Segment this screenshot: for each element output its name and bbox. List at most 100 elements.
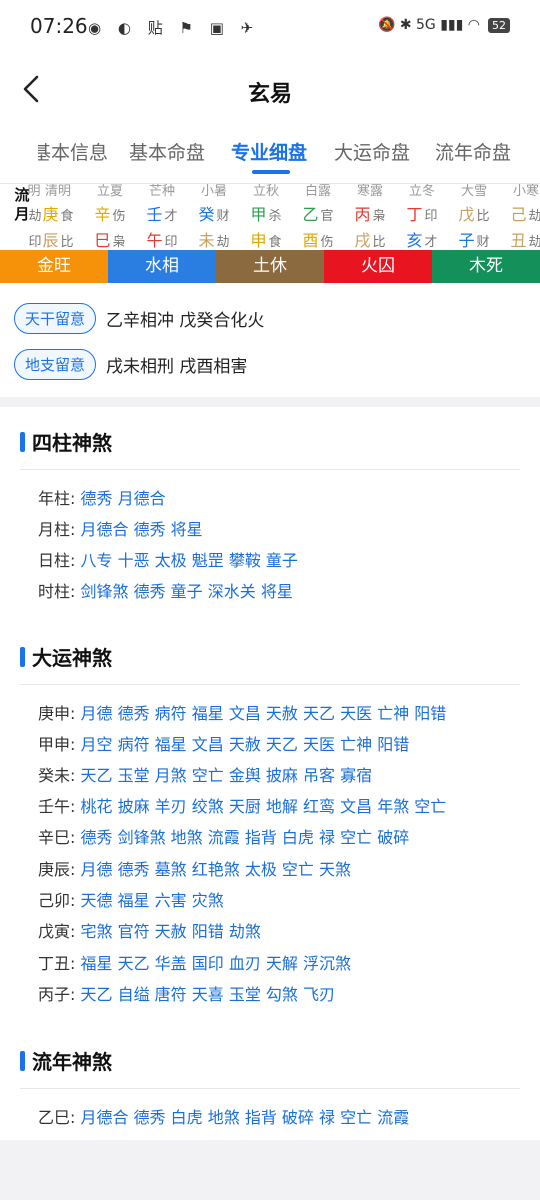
dizhi-shishen: 比: [372, 235, 386, 249]
shensha-list: 德秀 月德合: [80, 489, 166, 508]
shensha-list: 月空 病符 福星 文昌 天赦 天乙 天医 亡神 阳错: [80, 735, 410, 754]
liuyue-column[interactable]: 立秋甲杀申食: [240, 184, 292, 249]
dayun-row: 壬午: 桃花 披麻 羊刃 绞煞 天厨 地解 红鸾 文昌 年煞 空亡: [38, 793, 446, 817]
shensha-list: 月德 德秀 病符 福星 文昌 天赦 天乙 天医 亡神 阳错: [80, 704, 447, 723]
liuyue-column[interactable]: 小寒己劫丑劫: [500, 184, 540, 249]
dizhi-char: 酉: [302, 231, 319, 249]
tiangan-char: 丙: [354, 205, 371, 224]
tiangan-shishen: 比: [476, 209, 490, 224]
tiangan-cell: 癸财: [188, 203, 240, 229]
jieqi-label: 白露: [304, 184, 331, 199]
liuyue-column[interactable]: 立夏辛伤巳枭: [84, 184, 136, 249]
dizhi-char: 丑: [510, 231, 527, 249]
jieqi-label: 小暑: [200, 184, 227, 199]
tiangan-char: 丁: [406, 205, 423, 224]
divider: [20, 684, 520, 685]
liuyue-column[interactable]: 小暑癸财未劫: [188, 184, 240, 249]
jieqi-label: 立秋: [252, 184, 279, 199]
tab-dayun-chart[interactable]: 大运命盘: [334, 138, 410, 165]
pillar-key: 年柱:: [38, 489, 76, 508]
dayun-row: 甲申: 月空 病符 福星 文昌 天赦 天乙 天医 亡神 阳错: [38, 731, 409, 755]
dizhi-shishen: 伤: [320, 235, 334, 249]
tiangan-char: 壬: [146, 205, 163, 224]
dizhi-cell: 丑劫: [500, 229, 540, 249]
notification-icons: ◉ ◐ 贴 ⚑ ▣ ✈: [88, 19, 260, 37]
liuyue-column[interactable]: 寒露丙枭戌比: [344, 184, 396, 249]
liuyue-strip[interactable]: 明劫印清明庚食辰比立夏辛伤巳枭芒种壬才午印小暑癸财未劫立秋甲杀申食白露乙官酉伤寒…: [0, 183, 540, 249]
jieqi-label: 寒露: [356, 184, 383, 199]
tiangan-cell: 庚食: [32, 203, 84, 229]
dizhi-char: 亥: [406, 231, 423, 249]
dizhi-char: 未: [198, 231, 215, 249]
liunian-shensha-section: 流年神煞 乙巳: 月德合 德秀 白虎 地煞 指背 破碎 禄 空亡 流霞: [0, 1026, 540, 1140]
liuyue-column[interactable]: 立冬丁印亥才: [396, 184, 448, 249]
dayun-key: 癸未:: [38, 766, 76, 785]
pillar-key: 月柱:: [38, 520, 76, 539]
tab-basic-info[interactable]: 基本信息: [38, 138, 108, 165]
shensha-list: 月德合 德秀 将星: [80, 520, 203, 539]
dayun-title: 大运神煞: [32, 646, 112, 670]
dizhi-cell: 未劫: [188, 229, 240, 249]
liuyue-column[interactable]: 清明庚食辰比: [32, 184, 84, 249]
tab-basic-chart[interactable]: 基本命盘: [129, 138, 205, 165]
dayun-row: 庚辰: 月德 德秀 墓煞 红艳煞 太极 空亡 天煞: [38, 856, 351, 880]
dizhi-shishen: 才: [424, 235, 438, 249]
dizhi-char: 午: [146, 231, 163, 249]
dayun-key: 壬午:: [38, 797, 76, 816]
dizhi-shishen: 劫: [216, 235, 230, 249]
liuyue-column[interactable]: 白露乙官酉伤: [292, 184, 344, 249]
jieqi-label: 立冬: [408, 184, 435, 199]
dayun-key: 甲申:: [38, 735, 76, 754]
dizhi-shishen: 枭: [112, 235, 126, 249]
dayun-row: 辛巳: 德秀 剑锋煞 地煞 流霞 指背 白虎 禄 空亡 破碎: [38, 824, 409, 848]
divider: [20, 469, 520, 470]
section-accent-bar: [20, 1050, 25, 1071]
dizhi-char: 申: [250, 231, 267, 249]
active-tab-indicator: [252, 170, 290, 174]
shensha-list: 宅煞 官符 天赦 阳错 劫煞: [80, 922, 261, 941]
section-accent-bar: [20, 646, 25, 667]
dayun-header: 大运神煞: [20, 642, 112, 671]
sizhu-header: 四柱神煞: [20, 427, 112, 456]
liuyue-column[interactable]: 大雪戊比子财: [448, 184, 500, 249]
tiangan-cell: 丁印: [396, 203, 448, 229]
tiangan-char: 己: [510, 205, 527, 224]
dizhi-cell: 辰比: [32, 229, 84, 249]
divider: [20, 1088, 520, 1089]
app-header: 玄易: [0, 60, 540, 120]
sizhu-row: 月柱: 月德合 德秀 将星: [38, 516, 203, 540]
dizhi-char: 子: [458, 231, 475, 249]
wuxing-item: 水相: [108, 250, 216, 283]
sizhu-title: 四柱神煞: [32, 431, 112, 455]
tab-professional-chart[interactable]: 专业细盘: [231, 138, 307, 165]
tiangan-cell: 壬才: [136, 203, 188, 229]
tiangan-cell: 戊比: [448, 203, 500, 229]
status-bar: 07:26 ◉ ◐ 贴 ⚑ ▣ ✈ 🔕 ✱ 5G ▮▮▮ ◠ 52: [0, 0, 540, 56]
tiangan-shishen: 财: [216, 209, 230, 224]
tiangan-char: 辛: [94, 205, 111, 224]
wuxing-item: 土休: [216, 250, 324, 283]
tiangan-cell: 甲杀: [240, 203, 292, 229]
dizhi-shishen: 财: [476, 235, 490, 249]
jieqi-label: 芒种: [148, 184, 175, 199]
sizhu-shensha-section: 四柱神煞 年柱: 德秀 月德合 月柱: 月德合 德秀 将星 日柱: 八专 十恶 …: [0, 407, 540, 614]
tiangan-cell: 丙枭: [344, 203, 396, 229]
dayun-row: 丁丑: 福星 天乙 华盖 国印 血刃 天解 浮沉煞: [38, 950, 351, 974]
tiangan-shishen: 劫: [529, 209, 540, 224]
dizhi-cell: 酉伤: [292, 229, 344, 249]
tiangan-cell: 辛伤: [84, 203, 136, 229]
liuyue-column[interactable]: 芒种壬才午印: [136, 184, 188, 249]
dizhi-cell: 巳枭: [84, 229, 136, 249]
liuyue-label: 流月: [14, 186, 30, 223]
wuxing-item: 金旺: [0, 250, 108, 283]
dayun-key: 己卯:: [38, 891, 76, 910]
wuxing-bar: 金旺 水相 土休 火囚 木死: [0, 250, 540, 283]
dizhi-cell: 午印: [136, 229, 188, 249]
jieqi-label: 清明: [44, 184, 71, 199]
wuxing-item: 火囚: [324, 250, 432, 283]
dizhi-char: 巳: [94, 231, 111, 249]
dayun-row: 己卯: 天德 福星 六害 灾煞: [38, 887, 224, 911]
jieqi-label: 大雪: [460, 184, 487, 199]
tab-liunian-chart[interactable]: 流年命盘: [435, 138, 511, 165]
system-icons: 🔕 ✱ 5G ▮▮▮ ◠ 52: [378, 17, 510, 33]
